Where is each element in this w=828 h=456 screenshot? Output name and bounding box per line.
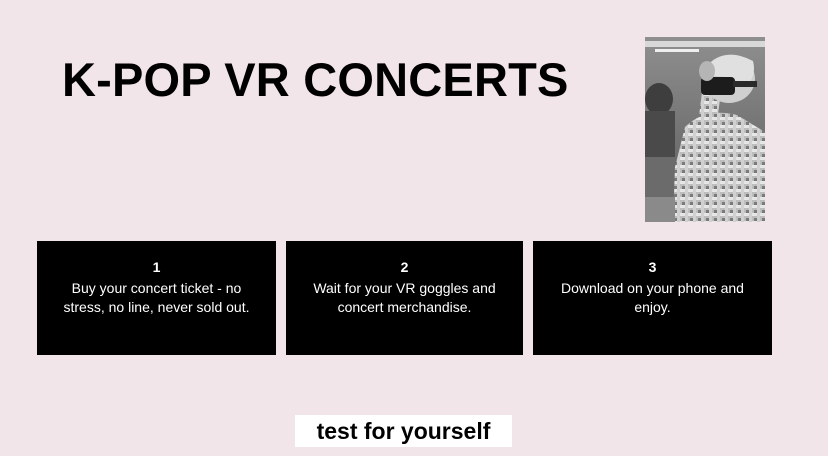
step-card-2: 2 Wait for your VR goggles and concert m… (286, 241, 523, 355)
step-text: Buy your concert ticket - no stress, no … (63, 280, 250, 315)
page-title: K-POP VR CONCERTS (62, 53, 569, 106)
step-number: 1 (152, 259, 161, 275)
vr-headset-photo (645, 37, 765, 222)
step-number: 3 (648, 259, 657, 275)
step-number: 2 (400, 259, 409, 275)
step-text: Download on your phone and enjoy. (561, 280, 744, 315)
test-for-yourself-button[interactable]: test for yourself (295, 415, 512, 447)
step-text: Wait for your VR goggles and concert mer… (313, 280, 496, 315)
step-card-3: 3 Download on your phone and enjoy. (533, 241, 772, 355)
step-card-1: 1 Buy your concert ticket - no stress, n… (37, 241, 276, 355)
